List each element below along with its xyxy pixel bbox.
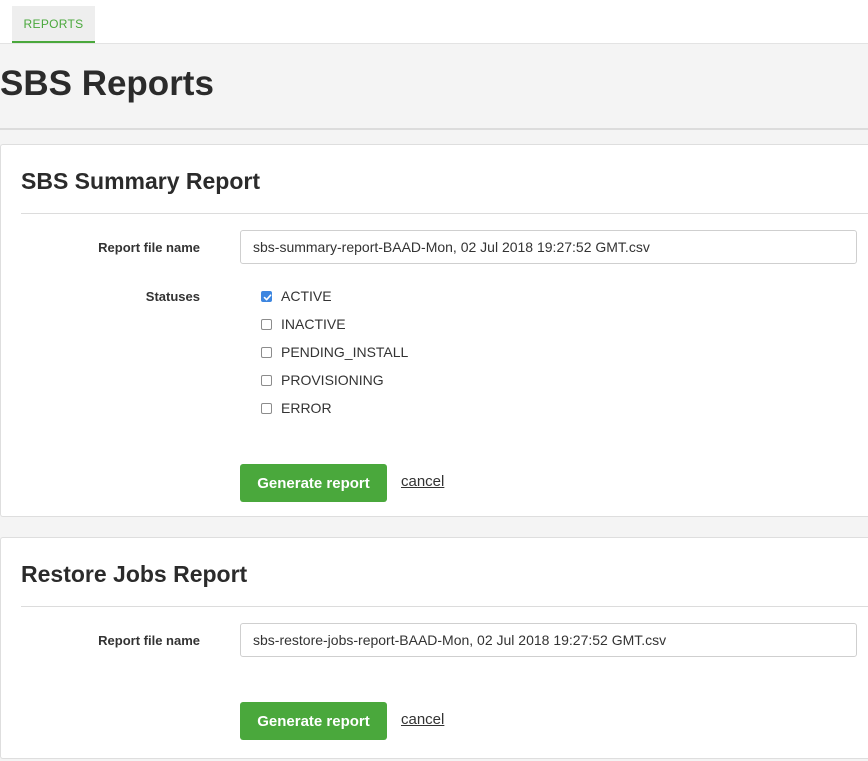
status-checkbox-active[interactable]: ACTIVE (261, 287, 332, 305)
checkbox-unchecked-icon[interactable] (261, 318, 272, 330)
status-label: PENDING_INSTALL (281, 344, 409, 360)
checkbox-unchecked-icon[interactable] (261, 402, 272, 414)
summary-report-panel: SBS Summary Report Report file name Stat… (0, 144, 868, 517)
checkbox-checked-icon[interactable] (261, 290, 272, 302)
status-label: ERROR (281, 400, 332, 416)
restore-file-name-input[interactable] (240, 623, 857, 657)
summary-generate-report-button[interactable]: Generate report (240, 464, 387, 502)
page-header: SBS Reports (0, 44, 868, 130)
restore-cancel-link[interactable]: cancel (401, 711, 444, 728)
top-nav: REPORTS (0, 0, 868, 44)
restore-generate-report-button[interactable]: Generate report (240, 702, 387, 740)
checkbox-unchecked-icon[interactable] (261, 346, 272, 358)
panel-divider (21, 213, 868, 214)
tab-reports-label: REPORTS (23, 16, 84, 31)
summary-cancel-link[interactable]: cancel (401, 473, 444, 490)
summary-report-title: SBS Summary Report (21, 168, 261, 194)
page-title: SBS Reports (0, 64, 214, 103)
summary-file-name-label: Report file name (98, 240, 200, 255)
status-label: PROVISIONING (281, 372, 384, 388)
restore-jobs-report-panel: Restore Jobs Report Report file name Gen… (0, 537, 868, 759)
status-checkbox-provisioning[interactable]: PROVISIONING (261, 371, 384, 389)
status-checkbox-pending-install[interactable]: PENDING_INSTALL (261, 343, 408, 361)
status-checkbox-inactive[interactable]: INACTIVE (261, 315, 346, 333)
status-label: INACTIVE (281, 316, 346, 332)
statuses-label: Statuses (145, 289, 200, 304)
status-label: ACTIVE (281, 288, 332, 304)
restore-jobs-report-title: Restore Jobs Report (21, 561, 248, 587)
tab-reports[interactable]: REPORTS (12, 6, 95, 43)
checkbox-unchecked-icon[interactable] (261, 374, 272, 386)
panel-divider (21, 606, 868, 607)
restore-file-name-label: Report file name (98, 633, 200, 648)
summary-file-name-input[interactable] (240, 230, 857, 264)
status-checkbox-error[interactable]: ERROR (261, 399, 332, 417)
